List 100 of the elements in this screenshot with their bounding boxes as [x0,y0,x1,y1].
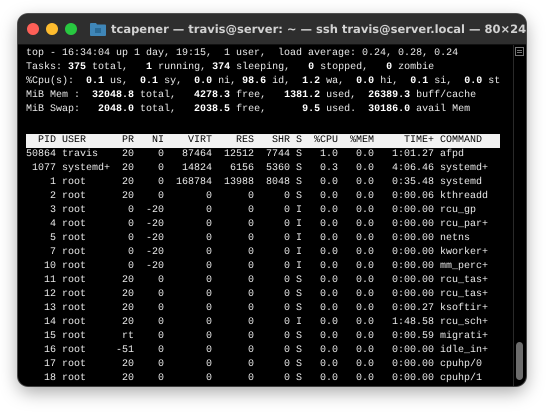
table-cell-text: 0.0 [354,330,374,344]
table-cell-text: S [294,372,302,386]
table-cell-text: 0 [246,288,254,302]
table-cell-text: 14824 [180,162,212,176]
table-cell-text: 5 [48,232,56,246]
table-cell-text: -20 [144,204,164,218]
table-cell-text: -20 [144,246,164,260]
scroll-thumb[interactable] [516,342,523,380]
table-cell-text: 0.0 [354,260,374,274]
split-pane-icon[interactable] [515,47,524,56]
table-cell-text: 0 [204,358,212,372]
table-cell-text: ksoftir+ [439,302,490,316]
table-cell-text: 0 [246,302,254,316]
table-cell-text: 0.0 [318,218,338,232]
table-cell-text: 0.0 [318,358,338,372]
table-cell-text: 20 [120,302,134,316]
minimize-button[interactable] [46,23,58,35]
table-cell-text: 0 [246,344,254,358]
table-cell-text: 0 [156,288,164,302]
table-cell-text: 0 [126,218,134,232]
table-cell-text: 15 [42,330,56,344]
table-cell-text: systemd+ [439,162,490,176]
table-cell-text: 7 [48,246,56,260]
column-header: COMMAND [439,134,484,148]
table-cell-text: 0 [246,372,254,386]
table-cell-text: 0 [204,204,212,218]
table-cell-text: cpuhp/0 [439,358,484,372]
table-cell-text: 0.0 [318,190,338,204]
table-cell-text: 0 [156,316,164,330]
column-header: %MEM [348,134,374,148]
table-cell-text: travis [61,148,100,162]
table-cell-text: netns [439,232,472,246]
table-cell-text: 13988 [222,176,254,190]
table-cell-text: root [61,358,88,372]
column-header: TIME+ [402,134,434,148]
table-cell-text: 0.0 [318,344,338,358]
table-cell-text: 0.0 [318,232,338,246]
table-cell-text: 0 [246,274,254,288]
table-cell-text: root [61,372,88,386]
column-header: VIRT [186,134,212,148]
table-cell-text: 11 [42,274,56,288]
table-cell-text: S [294,288,302,302]
table-cell-text: 20 [120,372,134,386]
table-cell-text: 168784 [174,176,212,190]
table-cell-text: 20 [120,190,134,204]
table-cell-text: I [294,260,302,274]
table-cell-text: 1.0 [318,148,338,162]
table-cell-text: 0.3 [318,162,338,176]
table-cell-text: 0:00.00 [390,218,434,232]
table-cell-text: migrati+ [439,330,490,344]
table-cell-text: 0 [156,358,164,372]
table-cell-text: root [61,190,88,204]
table-cell-text: 0 [282,330,290,344]
table-cell-text: 4:06.46 [390,162,434,176]
table-cell-text: 0.0 [354,288,374,302]
zoom-button[interactable] [65,23,77,35]
table-cell-text: 0.0 [354,302,374,316]
table-cell-text: 0 [204,344,212,358]
table-cell-text: 0:00.00 [390,260,434,274]
table-cell-text: root [61,288,88,302]
table-cell-text: 0 [246,190,254,204]
summary-line: top - 16:34:04 up 1 day, 19:15, 1 user, load average: 0.24, 0.28, 0.24 [26,47,460,61]
table-cell-text: S [294,148,302,162]
table-cell-text: 0 [126,232,134,246]
table-cell-text: 14 [42,316,56,330]
table-cell-text: 0 [282,232,290,246]
table-cell-text: 0 [204,274,212,288]
table-cell-text: -20 [144,218,164,232]
table-cell-text: S [294,190,302,204]
folder-icon [90,22,106,36]
table-cell-text: -20 [144,232,164,246]
table-cell-text: 0 [246,246,254,260]
table-cell-text: 0 [282,246,290,260]
summary-line: MiB Mem : 32048.8 total, 4278.3 free, 1381.2 used, 26389.3 buff/cache [26,89,478,103]
table-cell-text: 0 [156,372,164,386]
table-cell-text: 1:01.27 [390,148,434,162]
table-cell-text: 0 [282,204,290,218]
column-header: %CPU [312,134,338,148]
table-cell-text: 0 [282,218,290,232]
table-cell-text: S [294,274,302,288]
table-cell-text: root [61,232,88,246]
table-cell-text: I [294,246,302,260]
table-cell-text: 7744 [264,148,290,162]
table-cell-text: 0 [204,246,212,260]
table-cell-text: S [294,358,302,372]
table-cell-text: 0 [204,316,212,330]
close-button[interactable] [27,23,39,35]
table-cell-text: 20 [120,162,134,176]
table-cell-text: 0.0 [354,204,374,218]
table-cell-text: 18 [42,372,56,386]
table-cell-text: S [294,162,302,176]
table-cell-text: 0 [246,330,254,344]
table-cell-text: 0:00.00 [390,372,434,386]
table-cell-text: 0 [156,162,164,176]
table-cell-text: 0 [204,330,212,344]
table-cell-text: 5360 [264,162,290,176]
table-cell-text: root [61,344,88,358]
table-cell-text: 8048 [264,176,290,190]
table-cell-text: 6156 [228,162,254,176]
table-cell-text: 0 [282,372,290,386]
